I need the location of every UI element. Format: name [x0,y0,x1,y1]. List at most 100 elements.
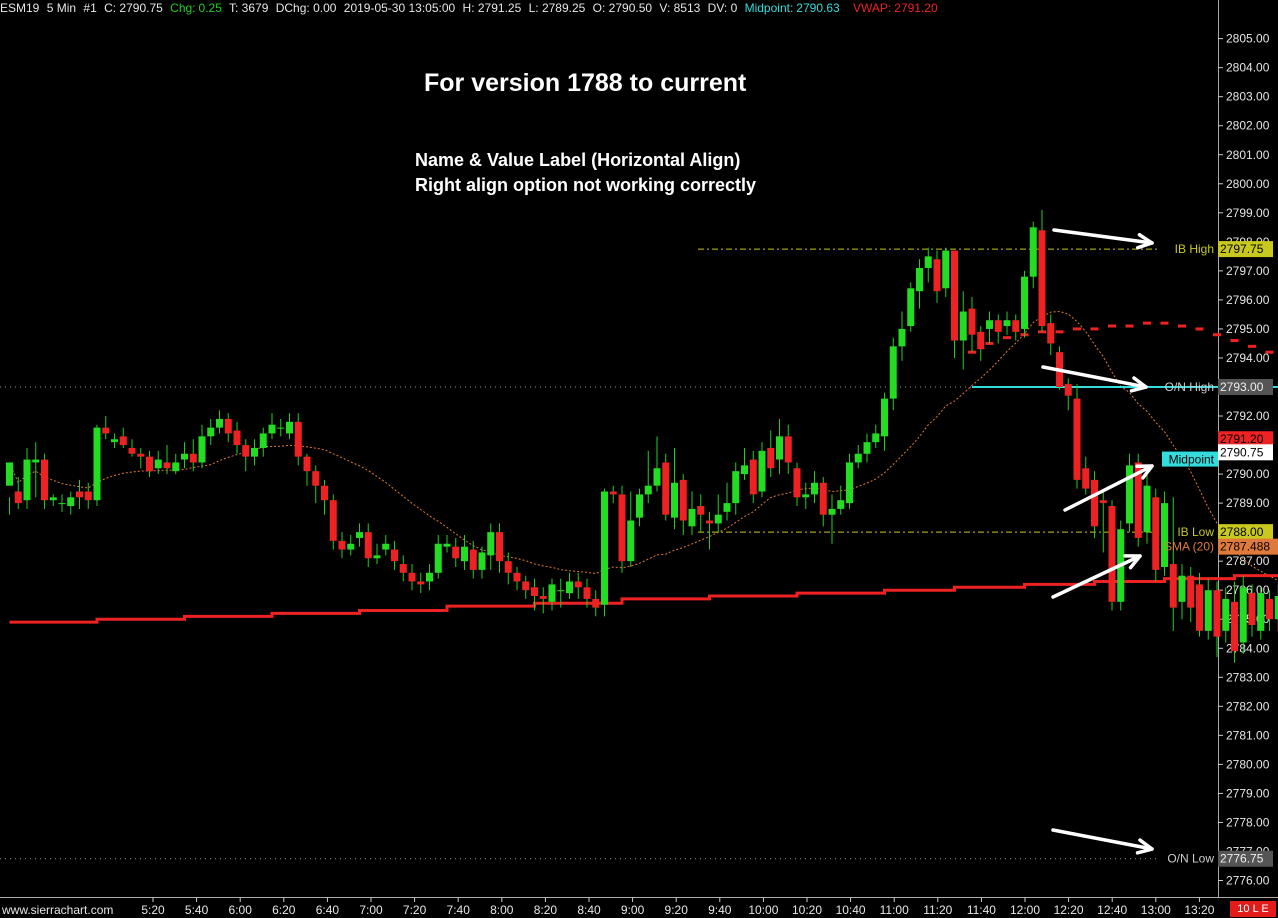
candle-body [618,494,626,562]
last-price-value: 2790.75 [1220,445,1264,459]
candle-body [391,549,398,562]
candle-body [1064,384,1072,396]
price-chart[interactable]: 2776.002777.002778.002779.002780.002781.… [0,0,1278,918]
scale-button[interactable]: 10 L E [1230,901,1276,917]
candle-body [216,418,223,428]
candle-body [933,259,941,292]
ib-high-label: IB High [1175,242,1214,256]
candle-body [531,587,538,597]
x-tick-label: 9:40 [708,903,732,917]
candle-body [312,471,320,486]
candle-body [1126,465,1133,524]
candle-body [574,581,582,588]
candle-body [23,459,31,501]
candle-body [679,479,687,521]
ib-low-value: 2788.00 [1220,525,1264,539]
y-tick-label: 2799.00 [1226,206,1270,220]
candle-body [1003,320,1011,327]
candle-body [146,456,153,472]
candle-body [968,308,976,335]
vwap-value: 2791.20 [1220,432,1264,446]
x-tick-label: 10:20 [792,903,822,917]
candle-body [356,532,363,538]
candle-body [732,471,740,504]
candle-body [496,532,503,562]
candle-body [714,514,722,524]
sierrachart-brand: www.sierrachart.com [2,903,114,917]
candle-body [58,503,66,505]
candle-body [916,267,923,292]
x-tick-label: 10:40 [836,903,866,917]
candle-body [1161,503,1168,567]
candle-body [1021,276,1028,329]
x-tick-label: 13:20 [1184,903,1214,917]
candle-body [102,427,110,434]
candle-body [452,546,460,559]
candle-body [1152,497,1160,570]
y-tick-label: 2776.00 [1226,874,1270,888]
sma-label: SMA (20) [1164,540,1214,554]
x-tick-label: 11:00 [880,903,909,917]
candle-body [802,494,810,498]
candle-body [303,456,311,472]
y-tick-label: 2796.00 [1226,293,1270,307]
x-tick-label: 7:20 [403,903,427,917]
candle-body [268,424,276,434]
candle-body [1099,500,1107,504]
candle-body [846,462,853,504]
candle-body [688,508,696,527]
candle-body [636,494,643,518]
dchg-value: DChg: 0.00 [275,1,337,15]
candle-body [329,500,337,541]
candle-body [417,581,425,585]
candle-body [1038,230,1046,327]
annotation-line-2: Right align option not working correctly [415,175,756,195]
candle-body [189,453,197,463]
candle-body [172,462,180,472]
candle-body [1143,485,1151,533]
high-value: H: 2791.25 [462,1,522,15]
candle-body [513,572,521,582]
candle-body [1196,584,1203,631]
candle-body [111,439,118,443]
x-tick-label: 8:40 [577,903,601,917]
candle-body [741,465,748,475]
candle-body [662,462,670,515]
candle-body [898,328,906,347]
candle-body [1204,590,1212,631]
on-high-label: O/N High [1165,380,1214,394]
x-tick-label: 8:20 [534,903,558,917]
candle-body [644,485,652,495]
candle-body [1187,575,1195,608]
candle-body [408,572,416,582]
candle-body [76,491,83,498]
y-tick-label: 2789.00 [1226,496,1270,510]
annotation-line-1: Name & Value Label (Horizontal Align) [415,150,741,170]
candle-body [828,508,836,515]
candle-body [14,491,22,504]
x-tick-label: 6:20 [272,903,296,917]
midpoint-label: Midpoint [1169,453,1215,467]
candle-body [601,491,608,605]
candle-body [6,462,13,486]
candle-body [723,503,731,512]
x-tick-label: 11:20 [923,903,952,917]
on-low-label: O/N Low [1167,852,1214,866]
candle-body [924,256,932,268]
timeframe: 5 Min [46,1,77,15]
midpoint-label: Midpoint: [744,1,794,15]
candle-body [233,430,241,446]
candle-body [1047,323,1055,344]
candle-body [863,442,871,454]
x-tick-label: 9:20 [665,903,689,917]
candle-body [321,485,328,501]
candle-body [784,436,792,463]
candle-body [881,398,888,437]
candle-body [854,453,862,463]
candle-body [1178,575,1186,602]
candle-body [697,506,705,515]
candle-body [487,532,495,556]
x-tick-label: 5:20 [141,903,165,917]
candle-body [942,250,950,289]
low-value: L: 2789.25 [528,1,586,15]
